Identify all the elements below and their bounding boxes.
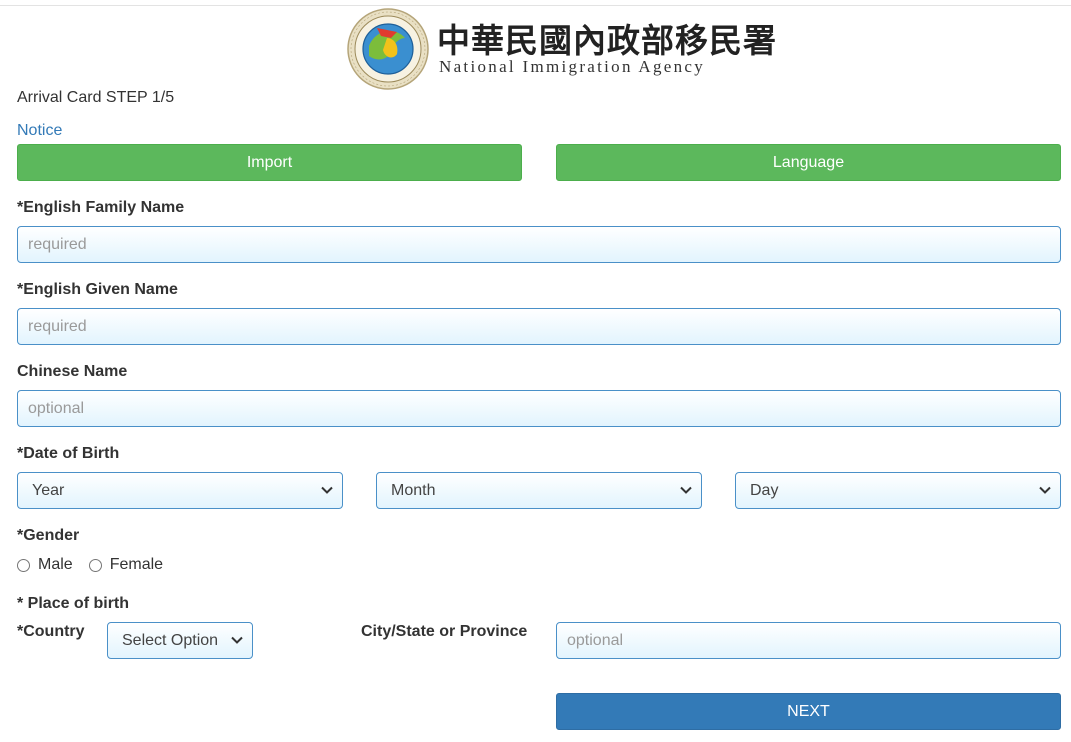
agency-header: 中華民國內政部移民署 National Immigration Agency — [347, 8, 776, 90]
gender-radio-group: Male Female — [17, 556, 179, 574]
dob-year-value: Year — [32, 481, 65, 499]
family-name-input[interactable] — [17, 226, 1061, 263]
step-title: Arrival Card STEP 1/5 — [17, 89, 175, 106]
agency-name-english: National Immigration Agency — [439, 57, 706, 76]
agency-name-chinese: 中華民國內政部移民署 — [437, 21, 777, 60]
place-of-birth-label: * Place of birth — [17, 595, 130, 612]
dob-day-select[interactable]: Day — [735, 472, 1061, 509]
chevron-down-icon — [321, 486, 333, 494]
given-name-input[interactable] — [17, 308, 1061, 345]
gender-female-radio[interactable] — [88, 558, 102, 572]
city-label: City/State or Province — [361, 623, 528, 640]
chevron-down-icon — [680, 486, 692, 494]
dob-month-value: Month — [391, 481, 436, 499]
gender-label: *Gender — [17, 527, 80, 544]
language-button[interactable]: Language — [556, 144, 1061, 181]
city-input[interactable] — [556, 622, 1061, 659]
notice-link[interactable]: Notice — [17, 122, 62, 140]
country-select[interactable]: Select Option — [107, 622, 253, 659]
family-name-label: *English Family Name — [17, 199, 185, 216]
chevron-down-icon — [1039, 486, 1051, 494]
given-name-label: *English Given Name — [17, 281, 178, 298]
import-button[interactable]: Import — [17, 144, 522, 181]
dob-year-select[interactable]: Year — [17, 472, 343, 509]
gender-male-radio[interactable] — [17, 558, 30, 572]
country-label: *Country — [17, 623, 85, 640]
agency-seal-icon — [347, 8, 429, 90]
country-select-value: Select Option — [122, 631, 219, 649]
gender-male-label: Male — [38, 556, 73, 573]
next-button[interactable]: NEXT — [556, 693, 1061, 730]
chinese-name-label: Chinese Name — [17, 363, 128, 380]
gender-female-label: Female — [109, 556, 164, 573]
dob-day-value: Day — [750, 481, 779, 499]
dob-month-select[interactable]: Month — [376, 472, 702, 509]
top-divider — [0, 5, 1071, 6]
dob-label: *Date of Birth — [17, 445, 120, 462]
chinese-name-input[interactable] — [17, 390, 1061, 427]
chevron-down-icon — [231, 636, 243, 644]
